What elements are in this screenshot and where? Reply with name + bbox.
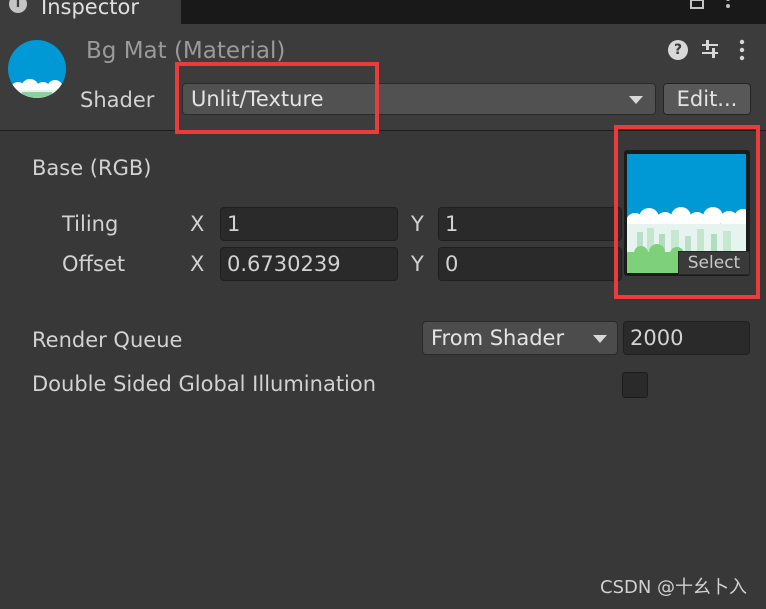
render-queue-label: Render Queue (32, 328, 183, 352)
render-queue-dropdown-value: From Shader (431, 326, 565, 350)
base-rgb-label: Base (RGB) (32, 156, 152, 180)
lock-icon[interactable] (688, 0, 706, 14)
highlight-shader-box (175, 62, 379, 134)
offset-x-field[interactable]: 0.6730239 (220, 247, 398, 281)
preset-sliders-icon[interactable] (698, 38, 722, 62)
render-queue-value-field[interactable]: 2000 (623, 321, 750, 355)
tab-inspector-label: Inspector (41, 0, 139, 19)
chevron-down-icon (593, 335, 607, 343)
tiling-y-field[interactable]: 1 (438, 207, 622, 241)
tiling-y-label: Y (411, 212, 424, 236)
offset-y-field[interactable]: 0 (438, 247, 622, 281)
double-sided-gi-checkbox[interactable] (622, 372, 648, 398)
tiling-x-field[interactable]: 1 (220, 207, 398, 241)
kebab-menu-icon[interactable] (724, 0, 732, 14)
tiling-x-label: X (190, 212, 205, 236)
highlight-texture-box (614, 125, 760, 299)
info-icon: i (9, 0, 27, 13)
offset-x-label: X (190, 252, 205, 276)
tiling-label: Tiling (62, 212, 119, 236)
watermark: CSDN @十幺卜入 (600, 577, 748, 598)
shader-label: Shader (80, 88, 155, 112)
render-queue-dropdown[interactable]: From Shader (422, 321, 618, 355)
help-icon[interactable]: ? (668, 40, 688, 60)
material-preview-sphere[interactable] (8, 40, 66, 98)
chevron-down-icon (629, 96, 643, 104)
double-sided-gi-label: Double Sided Global Illumination (32, 372, 377, 396)
context-menu-icon[interactable] (730, 38, 754, 62)
offset-label: Offset (62, 252, 126, 276)
offset-y-label: Y (411, 252, 424, 276)
edit-shader-button[interactable]: Edit... (663, 83, 751, 115)
tab-inspector[interactable]: i Inspector (0, 0, 181, 24)
